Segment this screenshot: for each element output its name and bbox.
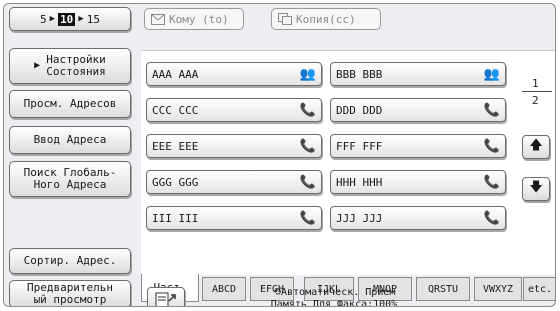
address-entry[interactable]: GGG GGG 📞: [146, 170, 322, 194]
scroll-down-button[interactable]: 🡇: [522, 177, 550, 201]
page-jump-button[interactable]: 5 ▶ 10 ▶ 15: [9, 7, 131, 31]
global-address-search-button[interactable]: Поиск Глобаль- Ного Адреса: [9, 161, 131, 197]
status-settings-line2: Состояния: [46, 65, 106, 78]
preview-line2: ый просмотр: [33, 293, 107, 306]
cc-field[interactable]: Копия(cc): [271, 8, 381, 30]
tab-label: etc.: [527, 283, 553, 295]
address-entry[interactable]: CCC CCC 📞: [146, 98, 322, 122]
play-arrow-icon: ▶: [34, 60, 41, 71]
to-field-label: Кому (to): [169, 12, 229, 26]
group-icon: 👥: [483, 66, 500, 82]
tab-label: VWXYZ: [482, 283, 514, 295]
entry-name: FFF FFF: [336, 139, 383, 153]
arrow-down-icon: 🡇: [529, 180, 543, 195]
group-icon: 👥: [299, 66, 316, 82]
preview-label: Предварительн ый просмотр: [27, 282, 113, 306]
entry-name: EEE EEE: [152, 139, 199, 153]
phone-icon: 📞: [299, 102, 316, 118]
current-page-number: 10: [58, 12, 76, 26]
view-addresses-button[interactable]: Просм. Адресов: [9, 90, 131, 118]
sort-addresses-button[interactable]: Сортир. Адрес.: [9, 248, 131, 274]
tab-vwxyz[interactable]: VWXYZ: [474, 277, 522, 301]
arrow-up-icon: 🡅: [529, 138, 543, 153]
to-field[interactable]: Кому (to): [144, 8, 244, 30]
entry-name: AAA AAA: [152, 67, 199, 81]
mail-icon: [151, 13, 165, 25]
cc-field-label: Копия(cc): [296, 12, 356, 26]
current-page-indicator: 1: [532, 77, 539, 90]
phone-icon: 📞: [483, 138, 500, 154]
fax-status: ⟲Автоматическ. Прием Память Для Факса:10…: [234, 287, 434, 307]
address-entry[interactable]: HHH HHH 📞: [330, 170, 506, 194]
enter-address-button[interactable]: Ввод Адреса: [9, 126, 131, 154]
page-divider: [522, 91, 552, 92]
phone-icon: 📞: [299, 210, 316, 226]
status-settings-label: Настройки Состояния: [46, 54, 106, 78]
copy-icon: [278, 13, 292, 25]
prev-page-number: 5: [40, 12, 47, 26]
view-addresses-label: Просм. Адресов: [23, 97, 117, 110]
address-entry[interactable]: FFF FFF 📞: [330, 134, 506, 158]
phone-icon: 📞: [483, 102, 500, 118]
global-address-search-label: Поиск Глобаль- Ного Адреса: [24, 167, 117, 191]
scroll-up-button[interactable]: 🡅: [522, 135, 550, 159]
address-book-switch-button[interactable]: [147, 287, 185, 306]
address-entry[interactable]: III III 📞: [146, 206, 322, 230]
status-settings-button[interactable]: ▶ Настройки Состояния: [9, 48, 131, 84]
right-triangle-icon: ▶: [49, 14, 56, 24]
preview-button[interactable]: Предварительн ый просмотр: [9, 280, 131, 306]
address-entry[interactable]: AAA AAA 👥: [146, 62, 322, 86]
status-line2: Память Для Факса:100%: [270, 299, 398, 307]
address-entry[interactable]: JJJ JJJ 📞: [330, 206, 506, 230]
entry-name: DDD DDD: [336, 103, 383, 117]
phone-icon: 📞: [483, 210, 500, 226]
address-entry[interactable]: DDD DDD 📞: [330, 98, 506, 122]
address-entry[interactable]: EEE EEE 📞: [146, 134, 322, 158]
next-page-number: 15: [86, 12, 100, 26]
entry-name: CCC CCC: [152, 103, 199, 117]
tab-label: ABCD: [211, 283, 237, 295]
phone-icon: 📞: [299, 174, 316, 190]
address-book-icon: [155, 292, 176, 306]
sort-addresses-label: Сортир. Адрес.: [23, 254, 117, 267]
entry-name: HHH HHH: [336, 175, 383, 189]
entry-name: III III: [152, 211, 199, 225]
status-line1: Автоматическ. Прием: [281, 287, 396, 298]
enter-address-label: Ввод Адреса: [33, 133, 107, 146]
right-triangle-icon: ▶: [78, 14, 84, 24]
tab-etc[interactable]: etc.: [523, 277, 555, 301]
auto-receive-icon: ⟲: [272, 287, 281, 298]
address-entry[interactable]: BBB BBB 👥: [330, 62, 506, 86]
total-pages-indicator: 2: [532, 94, 539, 107]
entry-name: JJJ JJJ: [336, 211, 383, 225]
phone-icon: 📞: [299, 138, 316, 154]
entry-name: GGG GGG: [152, 175, 199, 189]
address-book-window: 5 ▶ 10 ▶ 15 Кому (to) Копия(cc) ▶ Настро…: [3, 3, 556, 307]
phone-icon: 📞: [483, 174, 500, 190]
entry-name: BBB BBB: [336, 67, 383, 81]
global-search-line2: Ного Адреса: [33, 178, 107, 191]
